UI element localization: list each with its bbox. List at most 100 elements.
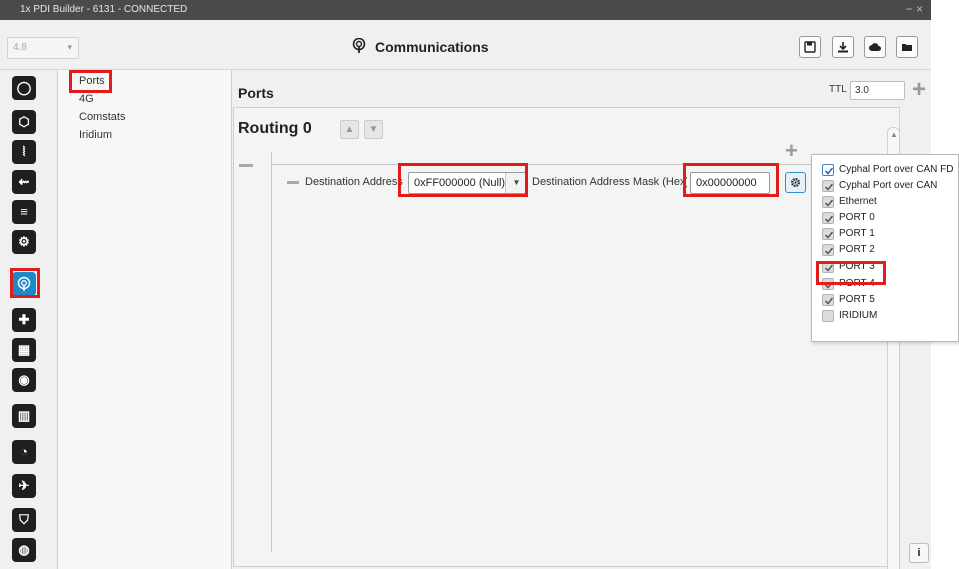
port-selection-button[interactable]	[785, 172, 806, 193]
chip-icon: ⬡	[18, 114, 30, 129]
chevron-down-icon: ▾	[67, 42, 72, 52]
destination-address-select[interactable]: 0xFF000000 (Null) ▼	[408, 172, 528, 194]
move-down-button[interactable]: ▼	[364, 120, 383, 139]
page-title-text: Communications	[375, 39, 489, 55]
shield-icon: ⛉	[19, 512, 29, 527]
sidebar-item-camera[interactable]: ◉	[12, 368, 36, 392]
move-up-button[interactable]: ▲	[340, 120, 359, 139]
window-titlebar: 1x PDI Builder - 6131 - CONNECTED − ×	[0, 0, 931, 20]
sidebar-item-gears[interactable]: ⚙	[12, 230, 36, 254]
cloud-icon	[869, 43, 881, 51]
folder-icon	[902, 44, 912, 51]
add-routing-entry-button[interactable]: +	[785, 140, 798, 162]
plane-icon: ✈	[18, 478, 30, 493]
sidebar-rail: ◯ ⬡ ⦚ ⇜ ≡ ⚙ ✚ ▦ ◉ ▥ ◔ ✈ ⛉ ◍	[0, 70, 58, 569]
ttl-label: TTL	[829, 84, 847, 95]
sidebar-item-globe[interactable]: ◍	[12, 538, 36, 562]
checkbox-checked-icon[interactable]	[822, 294, 834, 306]
routing-tree-line	[271, 152, 272, 552]
sidebar-item-power[interactable]: ◯	[12, 76, 36, 100]
open-folder-button[interactable]	[896, 36, 918, 58]
app-window: 4.8 ▾ Communications ◯ ⬡ ⦚ ⇜ ≡ ⚙ ✚ ▦ ◉ ▥…	[0, 20, 931, 569]
version-value: 4.8	[13, 42, 27, 53]
power-icon: ◯	[16, 80, 32, 95]
checkbox-checked-icon[interactable]	[822, 212, 834, 224]
section-title: Ports	[238, 85, 274, 101]
sidebar-item-gauge[interactable]: ◔	[12, 440, 36, 464]
grid-icon: ▦	[17, 342, 31, 357]
chevron-down-icon: ▼	[505, 173, 527, 193]
chart-icon: ▥	[17, 408, 31, 423]
toolbar: 4.8 ▾ Communications	[0, 20, 931, 70]
remove-routing-button[interactable]	[239, 164, 253, 167]
checkbox-checked-icon[interactable]	[822, 244, 834, 256]
sidebar-item-signal[interactable]: ⦚	[12, 140, 36, 164]
sidebar-item-usb[interactable]: ⇜	[12, 170, 36, 194]
save-button[interactable]	[799, 36, 821, 58]
port-option-label: Cyphal Port over CAN FD	[839, 164, 954, 175]
communications-icon	[17, 276, 31, 291]
checkbox-checked-icon[interactable]	[822, 196, 834, 208]
window-title: 1x PDI Builder - 6131 - CONNECTED	[20, 4, 188, 15]
download-button[interactable]	[832, 36, 854, 58]
window-controls[interactable]: − ×	[906, 2, 923, 16]
sliders-icon: ≡	[20, 204, 28, 219]
destination-address-value: 0xFF000000 (Null)	[414, 177, 506, 189]
sidebar-item-charts[interactable]: ▥	[12, 404, 36, 428]
remove-entry-button[interactable]	[287, 181, 299, 184]
download-icon	[838, 42, 848, 53]
communications-icon	[352, 38, 366, 53]
sidebar-item-gamepad[interactable]: ✚	[12, 308, 36, 332]
sidebar-item-security[interactable]: ⛉	[12, 508, 36, 532]
checkbox-unchecked-icon[interactable]	[822, 310, 834, 322]
subnav-list: Ports 4G Comstats Iridium	[58, 70, 232, 569]
port-option-label: PORT 5	[839, 294, 875, 305]
subnav-item-4g[interactable]: 4G	[79, 93, 94, 105]
checkbox-checked-icon[interactable]	[822, 180, 834, 192]
gear-icon	[791, 178, 800, 187]
port-option-label: Cyphal Port over CAN	[839, 180, 938, 191]
checkbox-checked-icon[interactable]	[822, 228, 834, 240]
destination-address-label: Destination Address	[305, 176, 403, 188]
camera-icon: ◉	[18, 372, 30, 387]
arrow-down-icon: ▼	[368, 124, 379, 135]
arrow-up-icon: ▲	[344, 124, 355, 135]
port-option-label: Ethernet	[839, 196, 877, 207]
signal-icon: ⦚	[22, 144, 26, 159]
cloud-button[interactable]	[864, 36, 886, 58]
subnav-item-comstats[interactable]: Comstats	[79, 111, 125, 123]
routing-title: Routing 0	[238, 120, 312, 137]
port-option-label: IRIDIUM	[839, 310, 878, 321]
port-option-label: PORT 0	[839, 212, 875, 223]
routing-panel: Routing 0 ▲ ▼ + Destination Address 0xFF…	[233, 107, 900, 567]
scroll-up-icon: ▲	[890, 130, 898, 139]
checkbox-checked-icon[interactable]	[822, 164, 834, 176]
page-title: Communications	[352, 38, 489, 55]
info-icon: i	[917, 547, 921, 559]
port-option-label: PORT 2	[839, 244, 875, 255]
routing-row-divider	[271, 164, 826, 165]
version-select[interactable]: 4.8 ▾	[7, 37, 79, 59]
checkbox-checked-icon[interactable]	[822, 261, 834, 273]
port-option-label: PORT 3	[839, 261, 875, 272]
sidebar-item-sliders[interactable]: ≡	[12, 200, 36, 224]
gamepad-icon: ✚	[18, 312, 30, 327]
add-port-button[interactable]: +	[912, 78, 926, 102]
subnav-item-iridium[interactable]: Iridium	[79, 129, 112, 141]
port-option-label: PORT 4	[839, 278, 875, 289]
ttl-input[interactable]: 3.0	[850, 81, 905, 100]
destination-mask-label: Destination Address Mask (Hex)	[532, 176, 687, 188]
port-selection-menu: Cyphal Port over CAN FD Cyphal Port over…	[811, 154, 959, 342]
port-option-label: PORT 1	[839, 228, 875, 239]
sidebar-item-hardware[interactable]: ⬡	[12, 110, 36, 134]
info-button[interactable]: i	[909, 543, 929, 563]
globe-icon: ◍	[18, 542, 30, 557]
sidebar-item-communications[interactable]	[12, 272, 36, 296]
sidebar-item-flight[interactable]: ✈	[12, 474, 36, 498]
subnav-item-ports[interactable]: Ports	[79, 75, 105, 87]
gears-icon: ⚙	[18, 234, 30, 249]
sidebar-item-grid[interactable]: ▦	[12, 338, 36, 362]
checkbox-checked-icon[interactable]	[822, 278, 834, 290]
destination-mask-input[interactable]: 0x00000000	[690, 172, 770, 194]
gauge-icon: ◔	[20, 444, 28, 459]
